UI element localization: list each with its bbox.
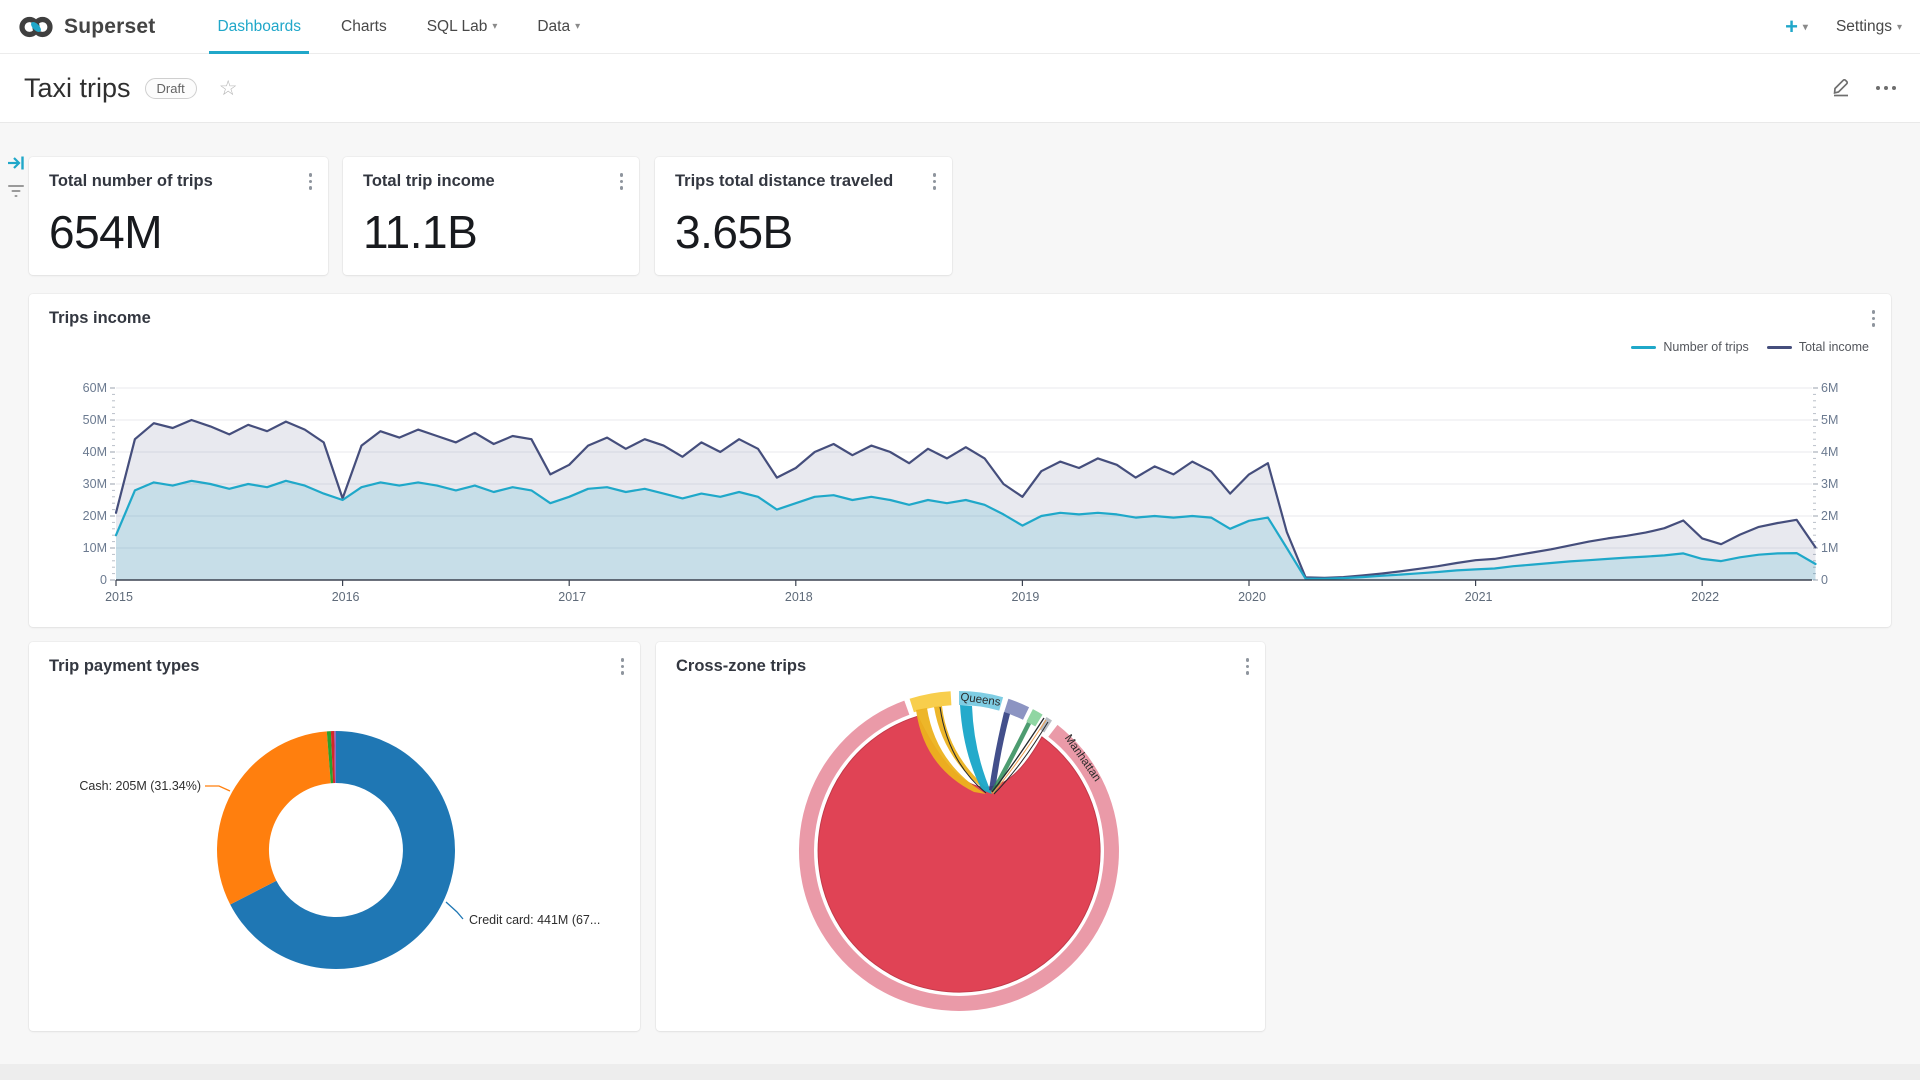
main-nav: Dashboards Charts SQL Lab▾ Data▾ [197, 0, 600, 54]
svg-text:2015: 2015 [105, 590, 133, 604]
settings-menu[interactable]: Settings▾ [1836, 18, 1902, 36]
card-menu-icon[interactable] [929, 169, 941, 194]
page-title: Taxi trips [24, 73, 131, 104]
credit-label-connector [446, 902, 463, 919]
chart-title: Trips income [49, 309, 151, 328]
infinity-logo-icon [16, 12, 56, 42]
kpi-value: 11.1B [363, 205, 477, 259]
chevron-down-icon: ▾ [492, 21, 497, 32]
filter-funnel-icon[interactable] [6, 182, 26, 205]
expand-filter-bar-icon[interactable] [6, 153, 26, 178]
svg-text:2022: 2022 [1691, 590, 1719, 604]
brand-name: Superset [64, 15, 155, 39]
status-badge: Draft [145, 78, 197, 99]
chart-legend: Number of trips Total income [1631, 340, 1869, 354]
kpi-card-total-trips: Total number of trips 654M [29, 157, 328, 275]
new-item-button[interactable]: +▾ [1785, 14, 1808, 40]
svg-text:60M: 60M [83, 381, 107, 395]
kpi-value: 654M [49, 205, 162, 259]
svg-text:40M: 40M [83, 445, 107, 459]
chord-diagram: Queens Manhattan [656, 642, 1265, 1031]
superset-logo[interactable]: Superset [16, 12, 155, 42]
cash-label-connector [205, 786, 230, 791]
svg-text:2019: 2019 [1011, 590, 1039, 604]
svg-text:50M: 50M [83, 413, 107, 427]
credit-slice-label: Credit card: 441M (67... [469, 913, 600, 927]
kpi-title: Trips total distance traveled [675, 172, 893, 191]
kpi-card-distance: Trips total distance traveled 3.65B [655, 157, 952, 275]
svg-text:4M: 4M [1821, 445, 1838, 459]
top-navbar: Superset Dashboards Charts SQL Lab▾ Data… [0, 0, 1920, 54]
payment-types-chart-card: Trip payment types Cash: 205M (31.34%) C… [29, 642, 640, 1031]
nav-data[interactable]: Data▾ [517, 0, 600, 54]
svg-text:2M: 2M [1821, 509, 1838, 523]
trips-income-chart-card: Trips income Number of trips Total incom… [29, 294, 1891, 627]
header-actions [1830, 75, 1896, 102]
nav-charts[interactable]: Charts [321, 0, 407, 54]
dashboard-header: Taxi trips Draft ☆ [0, 54, 1920, 123]
navbar-right: +▾ Settings▾ [1785, 0, 1902, 54]
svg-text:2017: 2017 [558, 590, 586, 604]
chevron-down-icon: ▾ [1803, 22, 1808, 33]
chevron-down-icon: ▾ [575, 21, 580, 32]
chevron-down-icon: ▾ [1897, 22, 1902, 33]
bottom-strip [0, 1064, 1920, 1080]
nav-sql-lab[interactable]: SQL Lab▾ [407, 0, 518, 54]
zone-arc-yellow[interactable] [910, 691, 952, 712]
svg-text:5M: 5M [1821, 413, 1838, 427]
svg-text:0: 0 [100, 573, 107, 587]
svg-text:2018: 2018 [785, 590, 813, 604]
cross-zone-chart-card: Cross-zone trips Queens Manhatt [656, 642, 1265, 1031]
more-options-icon[interactable] [1876, 86, 1896, 90]
svg-text:2020: 2020 [1238, 590, 1266, 604]
favorite-star-icon[interactable]: ☆ [219, 76, 238, 101]
svg-text:1M: 1M [1821, 541, 1838, 555]
legend-total-income[interactable]: Total income [1767, 340, 1869, 354]
cash-slice-label: Cash: 205M (31.34%) [79, 779, 201, 793]
svg-text:30M: 30M [83, 477, 107, 491]
card-menu-icon[interactable] [616, 169, 628, 194]
svg-text:20M: 20M [83, 509, 107, 523]
dual-axis-area-chart: 0 0 10M 1M 20M 2M 30M 3M 40M 4M 50M 5M 60M 6M 2015 2016… [29, 368, 1891, 618]
edit-dashboard-icon[interactable] [1830, 75, 1852, 102]
svg-text:2016: 2016 [332, 590, 360, 604]
svg-text:2021: 2021 [1465, 590, 1493, 604]
kpi-title: Total trip income [363, 172, 495, 191]
kpi-card-trip-income: Total trip income 11.1B [343, 157, 639, 275]
superset-dashboard-page: Superset Dashboards Charts SQL Lab▾ Data… [0, 0, 1920, 1080]
nav-dashboards[interactable]: Dashboards [197, 0, 321, 54]
svg-text:0: 0 [1821, 573, 1828, 587]
card-menu-icon[interactable] [1868, 306, 1880, 331]
zone-arc-gray[interactable] [1039, 717, 1052, 733]
donut-chart: Cash: 205M (31.34%) Credit card: 441M (6… [29, 642, 640, 1031]
kpi-title: Total number of trips [49, 172, 213, 191]
svg-text:6M: 6M [1821, 381, 1838, 395]
svg-text:3M: 3M [1821, 477, 1838, 491]
card-menu-icon[interactable] [305, 169, 317, 194]
legend-number-of-trips[interactable]: Number of trips [1631, 340, 1748, 354]
kpi-value: 3.65B [675, 205, 793, 259]
svg-text:10M: 10M [83, 541, 107, 555]
